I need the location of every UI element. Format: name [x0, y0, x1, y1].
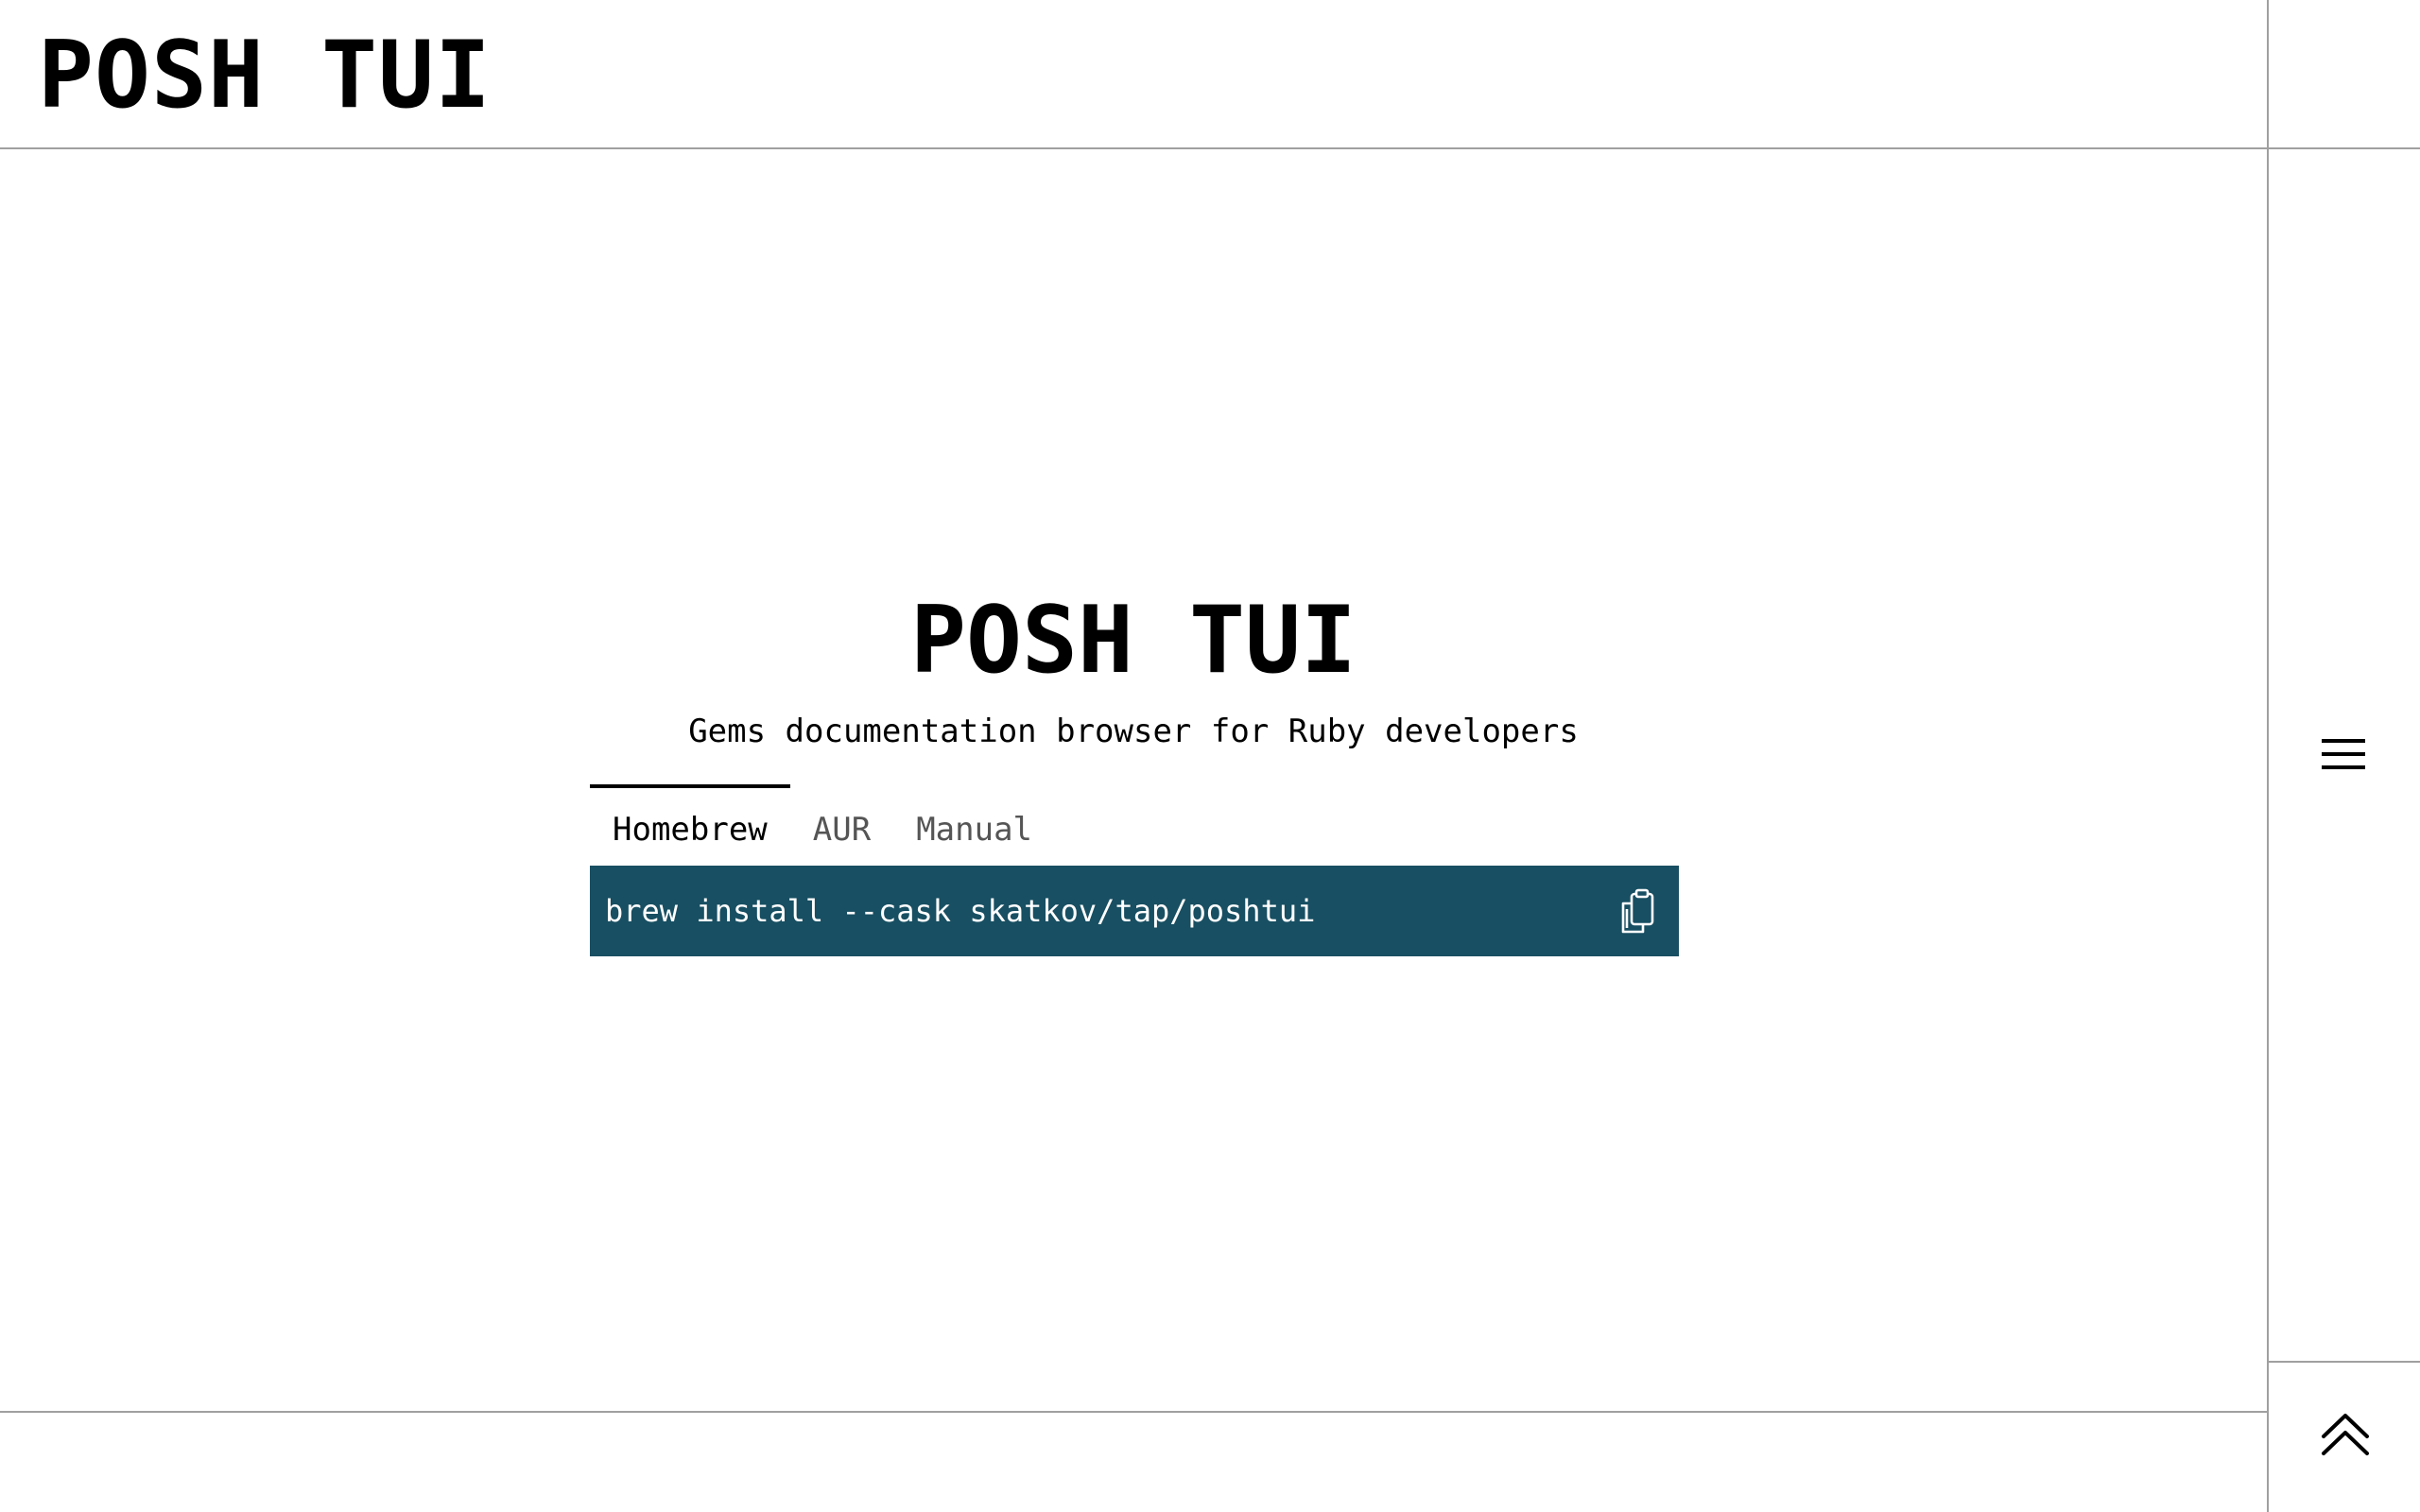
- install-tabs: Homebrew AUR Manual: [590, 784, 1055, 860]
- hero-subtitle: Gems documentation browser for Ruby deve…: [688, 713, 1579, 750]
- menu-button[interactable]: [2312, 730, 2375, 779]
- tab-aur[interactable]: AUR: [790, 784, 893, 860]
- hamburger-menu-icon-bar: [2322, 752, 2365, 756]
- copy-button[interactable]: [1615, 888, 1660, 936]
- install-command[interactable]: brew install --cask skatkov/tap/poshtui: [605, 890, 1315, 932]
- install-command-box: brew install --cask skatkov/tap/poshtui: [590, 866, 1679, 956]
- hamburger-menu-icon-bar: [2322, 765, 2365, 769]
- tab-homebrew[interactable]: Homebrew: [590, 784, 790, 860]
- tab-manual[interactable]: Manual: [893, 784, 1055, 860]
- clipboard-icon: [1621, 888, 1654, 934]
- site-title[interactable]: POSH TUI: [38, 23, 492, 129]
- site-footer: [0, 1411, 2267, 1512]
- scroll-to-top-button[interactable]: [2312, 1408, 2378, 1465]
- hero-title: POSH TUI: [909, 587, 1357, 695]
- hamburger-menu-icon-bar: [2322, 739, 2365, 743]
- site-header: POSH TUI: [0, 0, 2267, 149]
- rail-top-cell: [2269, 0, 2420, 149]
- double-chevron-up-icon: [2322, 1414, 2369, 1455]
- rail-divider: [2267, 0, 2269, 1512]
- page: POSH TUI POSH TUI Gems documentation bro…: [0, 0, 2420, 1512]
